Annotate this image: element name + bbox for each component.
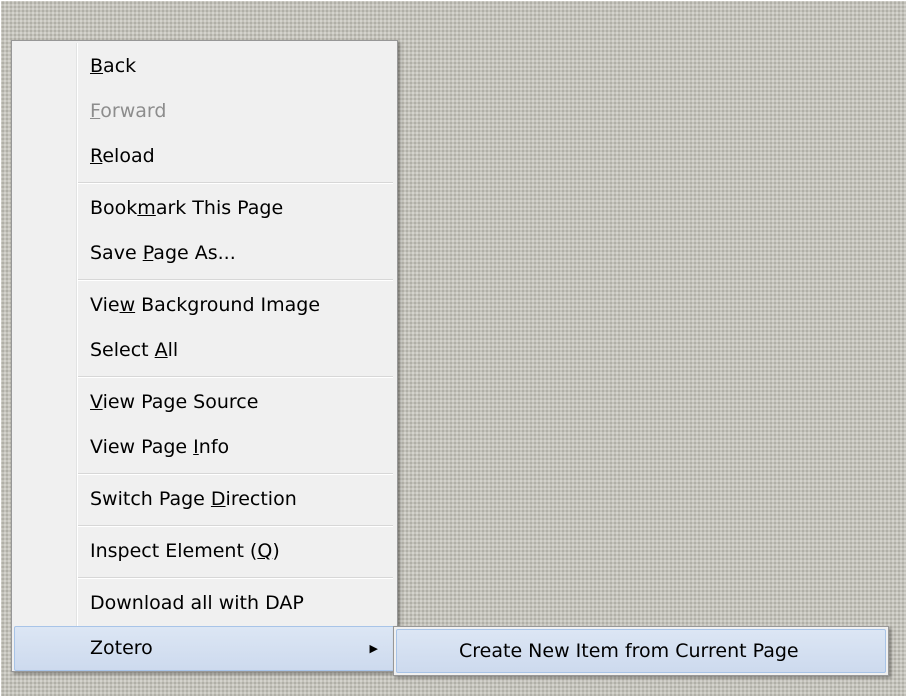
- menu-item-view-page-info[interactable]: View Page Info: [14, 425, 395, 470]
- submenu-arrow-icon: ▶: [369, 642, 378, 655]
- menu-item-forward: Forward: [90, 100, 167, 122]
- menu-separator: [14, 522, 395, 529]
- menu-item-bookmark-this-page[interactable]: Bookmark This Page: [14, 186, 395, 231]
- context-menu-list: Back Forward Reload Bookmark This Page S…: [14, 44, 395, 671]
- menu-item-view-page-source[interactable]: View Page Source: [14, 380, 395, 425]
- menu-separator: [14, 179, 395, 186]
- access-key: w: [119, 294, 136, 316]
- menu-item-switch-page-direction[interactable]: Switch Page Direction: [14, 477, 395, 522]
- menu-item-download-all-with-dap[interactable]: Download all with DAP: [14, 581, 395, 626]
- zotero-submenu: Create New Item from Current Page: [393, 626, 889, 676]
- access-key: Q: [257, 540, 273, 562]
- context-menu: Back Forward Reload Bookmark This Page S…: [11, 40, 398, 672]
- access-key: F: [90, 100, 101, 122]
- menu-separator: [14, 276, 395, 283]
- menu-item-reload[interactable]: Reload: [14, 134, 395, 179]
- access-key: B: [90, 55, 104, 77]
- menu-separator: [14, 574, 395, 581]
- menu-item-zotero[interactable]: Zotero ▶: [14, 626, 395, 671]
- access-key: A: [154, 339, 168, 361]
- menu-separator: [14, 470, 395, 477]
- access-key: P: [142, 242, 154, 264]
- menu-item-back[interactable]: Back: [14, 44, 395, 89]
- access-key: V: [90, 391, 103, 413]
- menu-item-create-new-item-from-current-page[interactable]: Create New Item from Current Page: [396, 629, 886, 673]
- access-key: m: [137, 197, 156, 219]
- access-key: R: [90, 145, 103, 167]
- menu-separator: [14, 373, 395, 380]
- access-key: D: [210, 488, 226, 510]
- menu-item-select-all[interactable]: Select All: [14, 328, 395, 373]
- menu-item-view-background-image[interactable]: View Background Image: [14, 283, 395, 328]
- menu-item-save-page-as[interactable]: Save Page As...: [14, 231, 395, 276]
- menu-item-inspect-element[interactable]: Inspect Element (Q): [14, 529, 395, 574]
